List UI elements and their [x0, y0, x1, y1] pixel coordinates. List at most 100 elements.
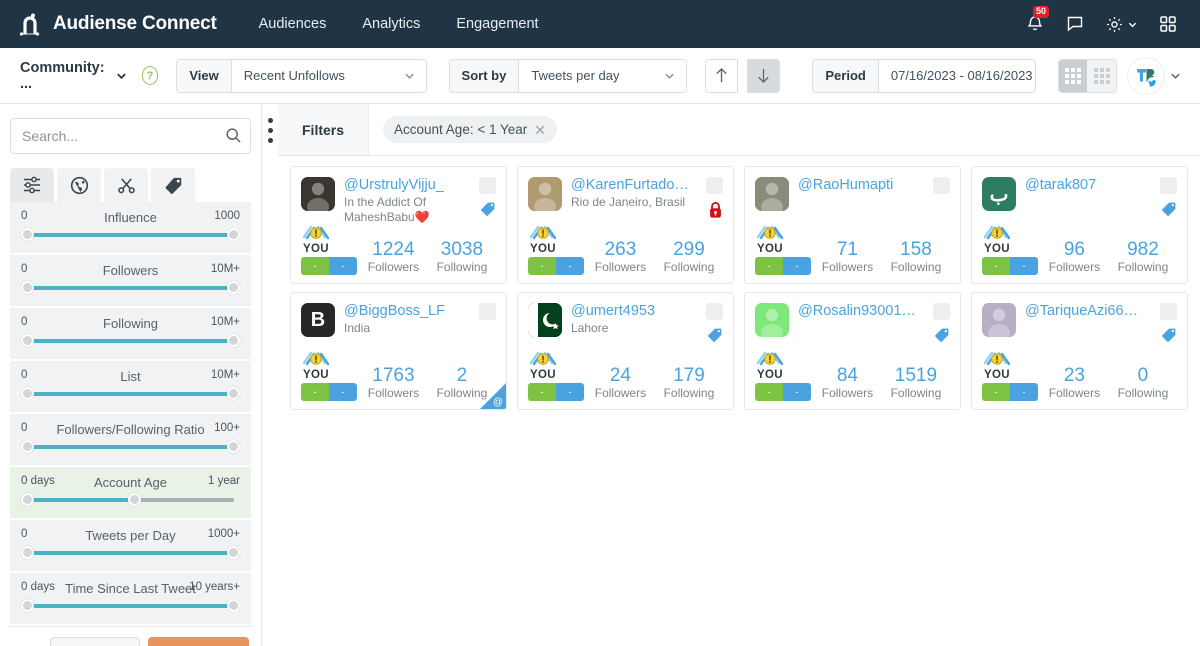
slider-track-wrap[interactable]	[21, 334, 240, 348]
gear-icon[interactable]	[1105, 15, 1138, 34]
user-card[interactable]: B @BiggBoss_LF India YOU - -1763 Followers 2 Fol…	[290, 292, 507, 410]
user-handle[interactable]: @RaoHumapti	[798, 177, 916, 194]
reset-button[interactable]: Reset	[49, 637, 141, 646]
sort-descending-button[interactable]	[747, 58, 781, 93]
filter-tab-relationship[interactable]	[104, 168, 148, 202]
relationship-icon-wrap	[302, 225, 359, 242]
following-label: Following	[663, 386, 715, 400]
select-checkbox[interactable]	[933, 177, 950, 194]
slider-track-wrap[interactable]	[21, 599, 240, 613]
card-identity: @RaoHumapti	[798, 177, 950, 211]
sidebar-resize-handle[interactable]	[262, 104, 278, 646]
slider-knob-max[interactable]	[128, 493, 142, 506]
select-checkbox[interactable]	[1160, 177, 1177, 194]
user-card[interactable]: @RaoHumapti YOU - -71 Followers 158 Following	[744, 166, 961, 284]
slider-knob-min[interactable]	[21, 546, 34, 559]
filter-tab-geography[interactable]	[57, 168, 101, 202]
grid-view-button[interactable]	[1058, 59, 1088, 92]
chat-icon[interactable]	[1065, 14, 1085, 34]
select-checkbox[interactable]	[706, 177, 723, 194]
select-checkbox[interactable]	[479, 177, 496, 194]
relationship-icon-wrap	[983, 225, 1040, 242]
user-account-menu[interactable]	[1127, 56, 1186, 95]
sort-select[interactable]: Tweets per day	[519, 59, 686, 92]
list-view-button[interactable]	[1087, 59, 1116, 92]
tag-badge[interactable]	[934, 327, 950, 348]
slider-track-wrap[interactable]	[21, 281, 240, 295]
followers-label: Followers	[1048, 386, 1101, 400]
slider-track-wrap[interactable]	[21, 546, 240, 560]
bell-icon[interactable]: 50	[1025, 6, 1050, 34]
relationship-pill[interactable]: --	[755, 257, 811, 275]
nav-link-audiences[interactable]: Audiences	[259, 16, 327, 32]
community-selector[interactable]: Community: ...	[14, 60, 128, 92]
nav-link-engagement[interactable]: Engagement	[456, 16, 538, 32]
slider-track-wrap[interactable]	[21, 493, 240, 507]
user-handle[interactable]: @BiggBoss_LF	[344, 303, 462, 320]
relationship-pill[interactable]: --	[528, 383, 584, 401]
slider-knob-min[interactable]	[21, 493, 34, 506]
slider-knob-max[interactable]	[227, 387, 240, 400]
user-handle[interactable]: @TariqueAzi66130	[1025, 303, 1143, 320]
slider-knob-min[interactable]	[21, 228, 34, 241]
nav-link-analytics[interactable]: Analytics	[362, 16, 420, 32]
filter-tab-tags[interactable]	[151, 168, 195, 202]
user-handle[interactable]: @tarak807	[1025, 177, 1143, 194]
close-icon[interactable]: ✕	[534, 123, 546, 137]
slider-track-wrap[interactable]	[21, 228, 240, 242]
slider-knob-min[interactable]	[21, 387, 34, 400]
slider-knob-max[interactable]	[227, 546, 240, 559]
slider-knob-min[interactable]	[21, 440, 34, 453]
select-checkbox[interactable]	[933, 303, 950, 320]
select-checkbox[interactable]	[479, 303, 496, 320]
user-card[interactable]: @TariqueAzi66130 YOU - -23 Followers 0 Followi…	[971, 292, 1188, 410]
search-input[interactable]	[10, 118, 251, 154]
help-icon[interactable]: ?	[141, 66, 159, 85]
tag-badge[interactable]	[1161, 201, 1177, 222]
slider-track-wrap[interactable]	[21, 387, 240, 401]
user-handle[interactable]: @UrstrulyVijju_	[344, 177, 462, 194]
relationship-pill[interactable]: --	[301, 257, 357, 275]
slider-knob-max[interactable]	[227, 281, 240, 294]
brand-title: Audiense Connect	[53, 13, 217, 34]
you-follow-indicator: -	[556, 257, 584, 275]
filter-tab-sliders[interactable]	[10, 168, 54, 202]
user-handle[interactable]: @umert4953	[571, 303, 689, 320]
search-icon[interactable]	[225, 127, 242, 149]
user-card[interactable]: @KarenFurtado21 Rio de Janeiro, Brasil YOU…	[517, 166, 734, 284]
user-card[interactable]: ب @tarak807 YOU - -96 Followers 982 Following	[971, 166, 1188, 284]
tag-badge[interactable]	[707, 327, 723, 348]
user-handle[interactable]: @KarenFurtado21	[571, 177, 689, 194]
slider-knob-min[interactable]	[21, 334, 34, 347]
slider-knob-max[interactable]	[227, 599, 240, 612]
apps-grid-icon[interactable]	[1158, 14, 1178, 34]
brand[interactable]: Audiense Connect	[16, 11, 217, 37]
user-card[interactable]: @UrstrulyVijju_ In the Addict Of MaheshBa…	[290, 166, 507, 284]
user-handle[interactable]: @Rosalin93001535	[798, 303, 916, 320]
tag-badge[interactable]	[480, 201, 496, 222]
select-checkbox[interactable]	[1160, 303, 1177, 320]
slider-knob-max[interactable]	[227, 228, 240, 241]
relationship-pill[interactable]: --	[528, 257, 584, 275]
view-select[interactable]: Recent Unfollows	[231, 59, 426, 92]
save-filter-button[interactable]: Save Filter	[148, 637, 249, 646]
sort-ascending-button[interactable]	[704, 58, 739, 93]
slider-knob-min[interactable]	[21, 281, 34, 294]
slider-knob-max[interactable]	[227, 440, 240, 453]
relationship-pill[interactable]: --	[755, 383, 811, 401]
slider-max-label: 10M+	[210, 316, 240, 328]
card-footer: YOU - -96 Followers 982 Following	[982, 225, 1177, 275]
select-checkbox[interactable]	[706, 303, 723, 320]
you-follow-indicator: -	[329, 383, 357, 401]
slider-knob-min[interactable]	[21, 599, 34, 612]
card-header: @KarenFurtado21 Rio de Janeiro, Brasil	[528, 177, 723, 211]
relationship-pill[interactable]: --	[301, 383, 357, 401]
relationship-pill[interactable]: --	[982, 257, 1038, 275]
period-select[interactable]: 07/16/2023 - 08/16/2023	[878, 59, 1035, 92]
tag-badge[interactable]	[1161, 327, 1177, 348]
slider-track-wrap[interactable]	[21, 440, 240, 454]
user-card[interactable]: @Rosalin93001535 YOU - -84 Followers 1519 Foll…	[744, 292, 961, 410]
user-card[interactable]: @umert4953 Lahore YOU - -24 Followers 179 Follo…	[517, 292, 734, 410]
relationship-pill[interactable]: --	[982, 383, 1038, 401]
slider-knob-max[interactable]	[227, 334, 240, 347]
